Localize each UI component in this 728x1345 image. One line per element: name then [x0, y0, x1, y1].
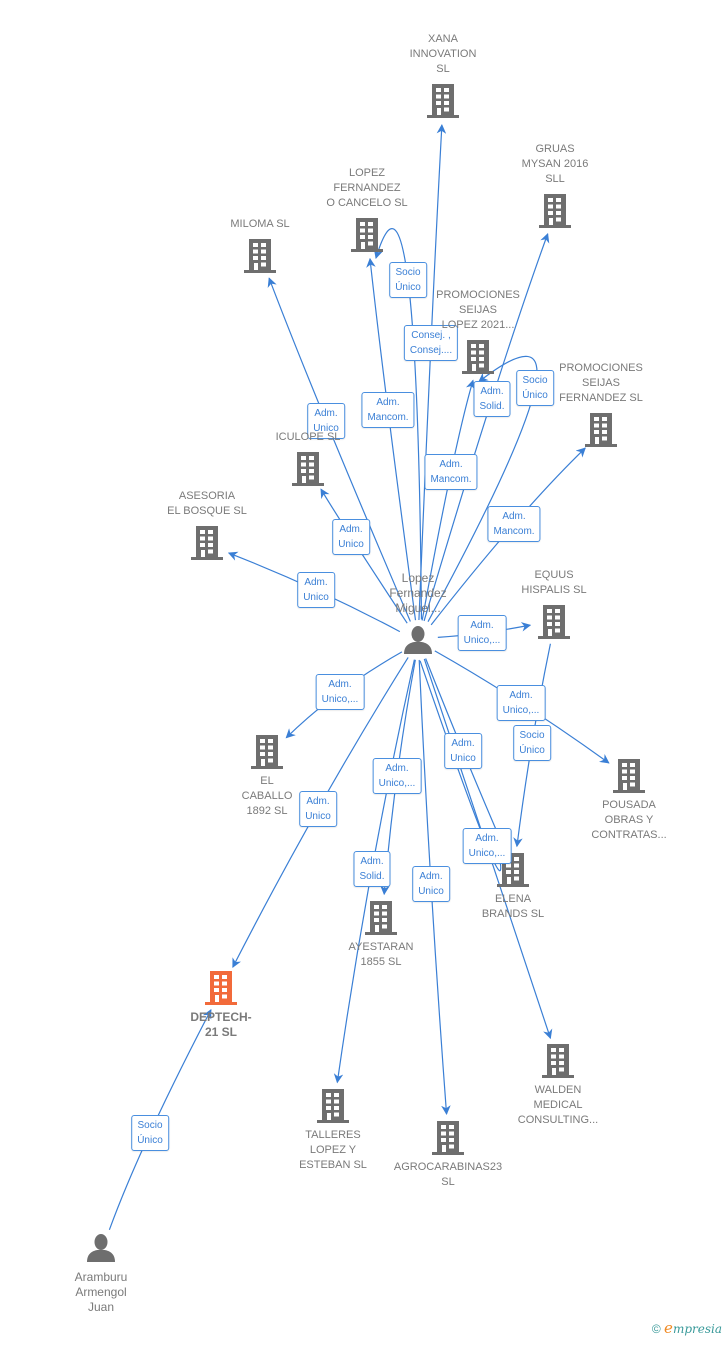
building-icon[interactable]: [542, 1044, 574, 1078]
relation-label-adm-unico[interactable]: Adm. Unico: [444, 733, 482, 769]
brand-logo-name: mpresia: [672, 1322, 722, 1336]
company-name-agrocarabinas[interactable]: AGROCARABINAS23 SL: [394, 1160, 502, 1190]
company-name-pousada[interactable]: POUSADA OBRAS Y CONTRATAS...: [591, 798, 666, 843]
relation-label-adm-unico[interactable]: Adm. Unico: [332, 519, 370, 555]
relation-label-adm-unico[interactable]: Adm. Unico: [299, 791, 337, 827]
relation-label-socio-nico[interactable]: Socio Único: [513, 725, 551, 761]
edge-lopez_fernandez_miguel-to-lopez_cancelo: [366, 257, 417, 621]
building-icon[interactable]: [613, 759, 645, 793]
relation-label-adm-solid[interactable]: Adm. Solid.: [353, 851, 391, 887]
company-name-el-caballo[interactable]: EL CABALLO 1892 SL: [242, 774, 293, 819]
company-name-miloma[interactable]: MILOMA SL: [230, 217, 289, 232]
relation-label-adm-unico[interactable]: Adm. Unico,...: [372, 758, 422, 794]
brand-logo-initial: e: [664, 1319, 673, 1337]
company-name-equus[interactable]: EQUUS HISPALIS SL: [521, 568, 586, 598]
relation-label-adm-unico[interactable]: Adm. Unico,...: [496, 685, 546, 721]
footer-brand: © empresia: [652, 1319, 722, 1337]
relation-label-adm-mancom[interactable]: Adm. Mancom.: [361, 392, 415, 428]
relation-label-adm-unico[interactable]: Adm. Unico,...: [462, 828, 512, 864]
building-icon[interactable]: [317, 1089, 349, 1123]
building-icon[interactable]: [244, 239, 276, 273]
relation-label-adm-unico[interactable]: Adm. Unico: [412, 866, 450, 902]
relation-label-adm-mancom[interactable]: Adm. Mancom.: [424, 454, 478, 490]
relation-label-socio-nico[interactable]: Socio Único: [389, 262, 427, 298]
company-name-promo-lopez[interactable]: PROMOCIONES SEIJAS LOPEZ 2021...: [436, 288, 520, 333]
person-icon[interactable]: [404, 626, 432, 654]
building-icon[interactable]: [427, 84, 459, 118]
building-icon[interactable]: [292, 452, 324, 486]
company-name-elena[interactable]: ELENA BRANDS SL: [482, 892, 544, 922]
person-name-lopez-fernandez-miguel[interactable]: Lopez Fernandez Miguel...: [389, 571, 446, 616]
company-name-ayestaran[interactable]: AYESTARAN 1855 SL: [349, 940, 414, 970]
building-icon[interactable]: [191, 526, 223, 560]
building-icon[interactable]: [432, 1121, 464, 1155]
building-icon[interactable]: [351, 218, 383, 252]
company-name-deptech[interactable]: DEPTECH- 21 SL: [190, 1010, 251, 1040]
building-icon[interactable]: [251, 735, 283, 769]
company-name-xana[interactable]: XANA INNOVATION SL: [410, 32, 477, 77]
relation-label-socio-nico[interactable]: Socio Único: [516, 370, 554, 406]
building-icon[interactable]: [585, 413, 617, 447]
company-name-promo-fernandez[interactable]: PROMOCIONES SEIJAS FERNANDEZ SL: [559, 361, 643, 406]
company-name-walden[interactable]: WALDEN MEDICAL CONSULTING...: [518, 1083, 598, 1128]
edge-lopez_fernandez_miguel-to-miloma: [267, 277, 411, 622]
building-icon[interactable]: [462, 340, 494, 374]
relation-label-adm-unico[interactable]: Adm. Unico,...: [457, 615, 507, 651]
company-name-asesoria[interactable]: ASESORIA EL BOSQUE SL: [167, 489, 247, 519]
relation-label-adm-unico[interactable]: Adm. Unico: [297, 572, 335, 608]
relation-label-adm-mancom[interactable]: Adm. Mancom.: [487, 506, 541, 542]
building-icon[interactable]: [365, 901, 397, 935]
company-name-iculope[interactable]: ICULOPE SL: [276, 430, 341, 445]
relation-label-adm-solid[interactable]: Adm. Solid.: [473, 381, 511, 417]
company-name-gruas[interactable]: GRUAS MYSAN 2016 SLL: [522, 142, 589, 187]
building-icon[interactable]: [539, 194, 571, 228]
building-icon[interactable]: [205, 971, 237, 1005]
edge-lopez_fernandez_miguel-to-xana: [418, 124, 447, 621]
relation-label-adm-unico[interactable]: Adm. Unico,...: [315, 674, 365, 710]
company-name-talleres[interactable]: TALLERES LOPEZ Y ESTEBAN SL: [299, 1128, 367, 1173]
person-icon[interactable]: [87, 1234, 115, 1262]
building-icon[interactable]: [538, 605, 570, 639]
person-name-aramburu[interactable]: Aramburu Armengol Juan: [75, 1270, 128, 1315]
relation-label-socio-nico[interactable]: Socio Único: [131, 1115, 169, 1151]
company-name-lopez-cancelo[interactable]: LOPEZ FERNANDEZ O CANCELO SL: [326, 166, 407, 211]
copyright-symbol: ©: [651, 1322, 661, 1336]
